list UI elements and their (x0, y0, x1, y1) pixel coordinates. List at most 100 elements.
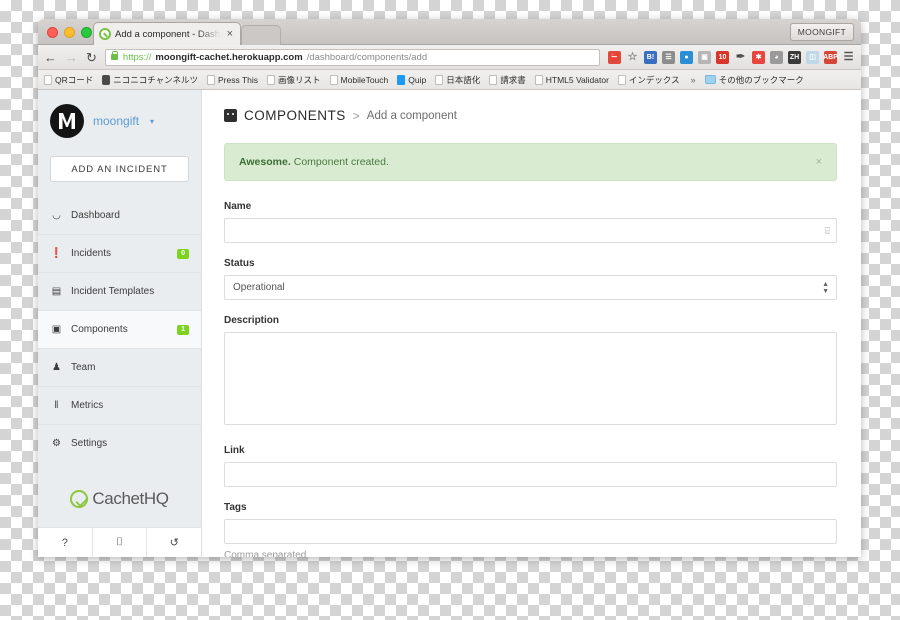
field-description: Description (224, 315, 837, 430)
browser-globe-icon[interactable]: ● (680, 50, 693, 64)
zoom-window-button[interactable] (81, 27, 92, 38)
alert-message: Component created. (293, 156, 389, 168)
bookmark-item[interactable]: QRコード (44, 74, 93, 86)
field-link: Link (224, 445, 837, 487)
gear-icon: ⚙ (52, 438, 61, 449)
browser-window: Add a component - Dashbo × MOONGIFT ← → … (38, 19, 861, 557)
moongift-m-logo (50, 104, 84, 138)
tags-input[interactable] (224, 519, 837, 544)
adblock-plus-icon[interactable]: ABP (823, 50, 838, 64)
bookmark-label: 日本語化 (446, 74, 481, 85)
asterisk-extension-icon[interactable]: ✱ (752, 50, 765, 64)
chevron-down-icon[interactable]: ▾ (150, 117, 154, 126)
sidebar-item-settings[interactable]: ⚙ Settings (38, 424, 201, 462)
nicovideo-icon (102, 74, 111, 85)
breadcrumb: COMPONENTS > Add a component (224, 108, 837, 123)
quip-icon (397, 74, 406, 85)
description-textarea[interactable] (224, 332, 837, 425)
lock-icon (110, 50, 119, 60)
url-scheme: https:// (122, 51, 152, 63)
zhongwen-icon[interactable]: ZH (788, 50, 801, 64)
evernote-clipper-icon[interactable]: ☰ (662, 50, 675, 64)
bar-chart-icon: ‖ (54, 400, 59, 411)
status-select[interactable]: OperationalPerformance IssuesPartial Out… (224, 275, 837, 300)
pocket-icon[interactable]: ◫ (806, 50, 819, 64)
url-host: moongift-cachet.herokuapp.com (155, 51, 303, 63)
sidebar-item-label: Incident Templates (71, 286, 155, 297)
tags-hint: Comma separated. (224, 550, 310, 557)
bookmark-item[interactable]: 請求書 (489, 74, 526, 86)
other-bookmarks-label: その他のブックマーク (718, 74, 804, 85)
adblock-block-icon[interactable]: ⛔ (608, 50, 621, 64)
page-title: Add a component (366, 109, 457, 122)
sidebar-item-label: Incidents (71, 248, 112, 259)
profile-badge[interactable]: MOONGIFT (789, 23, 854, 41)
todoist-icon[interactable]: 10 (716, 50, 729, 64)
cachet-check-icon (70, 490, 89, 508)
new-tab-button[interactable] (241, 25, 281, 45)
document-icon: ▤ (51, 286, 62, 297)
other-bookmarks-folder[interactable]: その他のブックマーク (704, 74, 804, 86)
bookmarks-overflow-icon[interactable]: » (691, 75, 696, 85)
link-input[interactable] (224, 462, 837, 487)
browser-toolbar: ← → ↻ https:// moongift-cachet.herokuapp… (38, 45, 861, 70)
close-icon[interactable]: × (816, 156, 822, 168)
page-icon (489, 74, 498, 85)
chrome-menu-icon[interactable]: ☰ (842, 51, 855, 64)
status-page-button[interactable]: ⌷ (91, 528, 147, 557)
traffic-lights (47, 27, 92, 38)
bookmark-item[interactable]: 画像リスト (267, 74, 321, 86)
bookmark-label: MobileTouch (340, 74, 389, 85)
bookmark-star-icon[interactable]: ☆ (626, 51, 639, 64)
brand-block[interactable]: moongift ▾ (38, 90, 201, 152)
sidebar-item-dashboard[interactable]: ◡ Dashboard (38, 196, 201, 234)
bookmark-item[interactable]: MobileTouch (329, 74, 389, 85)
bookmark-item[interactable]: HTML5 Validator (534, 74, 609, 85)
address-bar[interactable]: https:// moongift-cachet.herokuapp.com /… (104, 48, 600, 66)
page-icon (617, 74, 626, 85)
sidebar-item-incidents[interactable]: ❗ Incidents 0 (38, 234, 201, 272)
alert-strong: Awesome. (239, 156, 291, 168)
page-icon (207, 74, 216, 85)
bookmark-item[interactable]: ニコニコチャンネルツ (102, 74, 198, 86)
add-incident-button[interactable]: ADD AN INCIDENT (50, 156, 189, 182)
back-icon[interactable]: ← (44, 51, 57, 64)
sidebar-item-components[interactable]: ▣ Components 1 (38, 310, 201, 348)
bookmark-item[interactable]: 日本語化 (435, 74, 480, 86)
bookmark-item[interactable]: Quip (397, 74, 427, 85)
bookmark-label: Quip (408, 74, 427, 85)
sidebar-item-metrics[interactable]: ‖ Metrics (38, 386, 201, 424)
minimize-window-button[interactable] (64, 27, 75, 38)
brand-name: moongift (93, 114, 140, 128)
sidebar-footer: ? ⌷ ↺ (38, 527, 201, 557)
sidebar-item-team[interactable]: ♟ Team (38, 348, 201, 386)
bookmark-item[interactable]: Press This (207, 74, 258, 85)
cachethq-wordmark: CachetHQ (92, 489, 169, 508)
page-icon (267, 74, 276, 85)
reload-icon[interactable]: ↻ (86, 51, 97, 64)
page-content: moongift ▾ ADD AN INCIDENT ◡ Dashboard ❗ In… (38, 90, 861, 557)
breadcrumb-section[interactable]: COMPONENTS (244, 108, 346, 123)
sidebar-item-incident-templates[interactable]: ▤ Incident Templates (38, 272, 201, 310)
sidebar-item-label: Components (71, 324, 128, 335)
bookmark-item[interactable]: インデックス (617, 74, 680, 86)
close-window-button[interactable] (47, 27, 58, 38)
close-icon[interactable]: × (227, 28, 235, 40)
browser-tab[interactable]: Add a component - Dashbo × (93, 22, 241, 45)
logout-button[interactable]: ↺ (146, 528, 201, 557)
help-button[interactable]: ? (38, 528, 92, 557)
name-input[interactable] (224, 218, 837, 243)
tab-strip: Add a component - Dashbo × MOONGIFT (38, 19, 861, 45)
people-icon: ♟ (52, 362, 61, 373)
bookmarks-bar: QRコード ニコニコチャンネルツ Press This 画像リスト MobileTouc… (38, 70, 861, 90)
main-content: COMPONENTS > Add a component Awesome. Co… (202, 90, 861, 557)
field-tags: Tags Comma separated. (224, 502, 837, 557)
camera-extension-icon[interactable]: ◕ (770, 50, 783, 64)
eyedropper-icon[interactable]: ✒ (734, 51, 747, 64)
forward-icon[interactable]: → (65, 51, 78, 64)
page-icon (534, 74, 543, 85)
check-circle-favicon (99, 28, 111, 40)
hatena-bookmark-icon[interactable]: B! (644, 50, 657, 64)
box-archive-icon[interactable]: ▣ (698, 50, 711, 64)
field-name: Name ⌸ (224, 201, 837, 243)
